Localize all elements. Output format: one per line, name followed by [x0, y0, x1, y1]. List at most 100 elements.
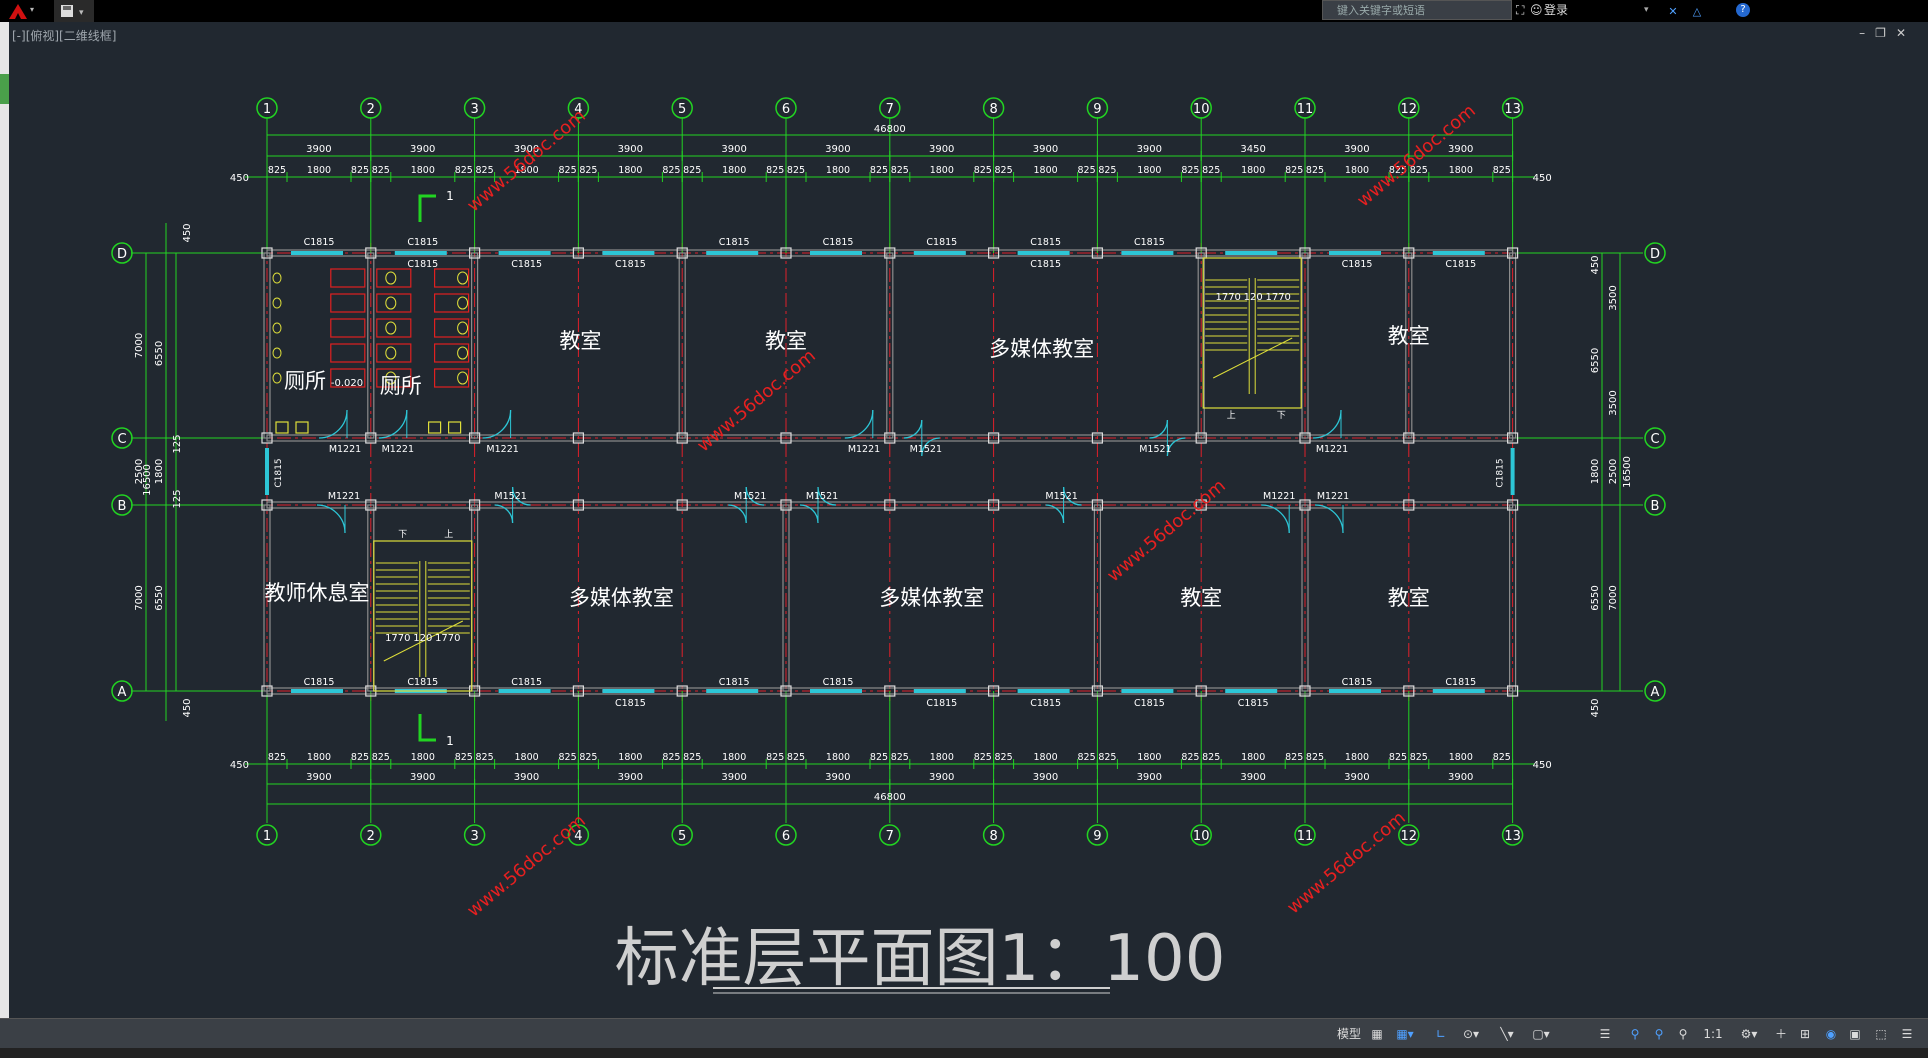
login-button[interactable]: ⛶ ☺ 登录 ▾ [1516, 0, 1660, 20]
hardware-acceleration-icon[interactable]: ▣ [1844, 1024, 1866, 1044]
window-label: C1815 [1134, 237, 1165, 248]
add-icon[interactable]: ＋ [1770, 1024, 1792, 1044]
axis-bubble-label: 9 [1093, 829, 1101, 844]
dimension-text: 3900 [721, 144, 746, 155]
restore-icon[interactable]: ❐ [1875, 26, 1896, 40]
axis-bubble-label: 5 [678, 829, 686, 844]
window-label: C1815 [1134, 698, 1165, 709]
osnap-icon[interactable]: ▢▾ [1526, 1024, 1556, 1044]
dimension-text: 3500 [1608, 390, 1619, 415]
dimension-text: 3900 [825, 144, 850, 155]
help-icon: ? [1736, 3, 1750, 17]
dimension-text: 3450 [1240, 144, 1265, 155]
workspace-gear-icon[interactable]: ⚙▾ [1734, 1024, 1764, 1044]
window [498, 689, 551, 693]
window-label: C1815 [407, 677, 438, 688]
dimension-text: 825 [1078, 752, 1096, 763]
watermark: www.56doc.com [1103, 475, 1230, 586]
window [602, 689, 655, 693]
dimension-text: 1800 [307, 165, 331, 176]
window [810, 251, 862, 255]
drawing-canvas[interactable]: 1 1 2 2 3 3 4 4 5 5 6 6 7 7 8 8 9 9 10 10 11 11 12 12 13 13 A A B B C C… [9, 22, 1928, 1022]
dimension-text: 450 [230, 760, 249, 771]
window-label: C1815 [511, 259, 542, 270]
dimension-text: 1800 [1034, 165, 1058, 176]
dimension-text: 825 [579, 165, 597, 176]
model-tab[interactable]: 模型 [1334, 1024, 1364, 1044]
quick-properties-icon[interactable]: ⊞ [1794, 1024, 1816, 1044]
dimension-text: 825 [1285, 752, 1303, 763]
dimension-text: 825 [662, 752, 680, 763]
clean-screen-icon[interactable]: ⬚ [1870, 1024, 1892, 1044]
dimension-text: 3900 [1448, 772, 1473, 783]
window [265, 448, 269, 495]
dimension-text: 1800 [618, 165, 642, 176]
user-icon: ☺ [1530, 3, 1543, 17]
stair-dimension: 1770 [1265, 292, 1290, 303]
axis-bubble-label: D [117, 247, 127, 262]
dimension-text: 825 [476, 165, 494, 176]
urinal-fixture [272, 322, 282, 334]
door-label: M1521 [1139, 444, 1171, 455]
door-label: M1221 [848, 444, 880, 455]
window [602, 251, 655, 255]
dimension-text: 825 [974, 165, 992, 176]
snap-icon[interactable]: ▦▾ [1390, 1024, 1420, 1044]
axis-bubble-label: 6 [782, 102, 790, 117]
axis-bubble-label: 3 [470, 829, 478, 844]
watermark: www.56doc.com [463, 105, 590, 216]
window-label: C1815 [719, 237, 750, 248]
lineweight-icon[interactable]: ☰ [1594, 1024, 1616, 1044]
axis-bubble-label: 8 [989, 829, 997, 844]
dimension-text: 825 [1202, 752, 1220, 763]
axis-bubble-label: 2 [367, 829, 375, 844]
room-label-rest: 教师休息室 [265, 581, 370, 605]
toilet-fixture [385, 296, 397, 310]
axis-bubble-label: 6 [782, 829, 790, 844]
window-label: C1815 [719, 677, 750, 688]
floor-plan-drawing: 1122334455667788991010111112121313A AB BC C… [111, 97, 1666, 996]
room-label-toilet2: 厕所 [380, 374, 422, 398]
toilet-fixture [385, 321, 397, 335]
app-menu-button[interactable]: ▾ [0, 0, 40, 22]
dimension-text: 3900 [825, 772, 850, 783]
viewport-controls-label[interactable]: [-][俯视][二维线框] [12, 27, 116, 44]
quick-access-toolbar[interactable]: ▾ [54, 0, 94, 22]
window-label: C1815 [274, 458, 284, 487]
isolate-objects-icon[interactable]: ◉ [1820, 1024, 1842, 1044]
window-label: C1815 [615, 698, 646, 709]
status-bar: 模型 ▦ ▦▾ ∟ ⊙▾ ╲▾ ▢▾ ☰ ⚲ ⚲ ⚲ 1:1 ⚙▾ ＋ ⊞ ◉ … [0, 1018, 1928, 1049]
toilet-stall [376, 318, 412, 338]
close-icon[interactable]: ✕ [1896, 26, 1916, 40]
ortho-icon[interactable]: ∟ [1430, 1024, 1452, 1044]
window-label: C1815 [926, 237, 957, 248]
window-label: C1815 [823, 677, 854, 688]
dimension-text: 3900 [618, 144, 643, 155]
dimension-text: 825 [891, 752, 909, 763]
dimension-text: 1800 [411, 752, 435, 763]
auto-scale-icon[interactable]: ⚲ [1648, 1024, 1670, 1044]
a360-icon[interactable]: △ [1686, 0, 1708, 22]
watermark: www.56doc.com [693, 345, 820, 456]
axis-bubble-label: 1 [263, 829, 271, 844]
annotation-visibility-icon[interactable]: ⚲ [1624, 1024, 1646, 1044]
dimension-text: 1800 [1034, 752, 1058, 763]
svg-text:▾: ▾ [30, 5, 34, 14]
exchange-icon[interactable]: ✕ [1662, 0, 1684, 22]
help-button[interactable]: ? [1722, 0, 1764, 20]
isodraft-icon[interactable]: ╲▾ [1492, 1024, 1522, 1044]
customization-menu-icon[interactable]: ☰ [1896, 1024, 1918, 1044]
stair-direction: 下 [1277, 411, 1286, 421]
grid-icon[interactable]: ▦ [1366, 1024, 1388, 1044]
dimension-text: 825 [1078, 165, 1096, 176]
minimize-icon[interactable]: – [1859, 26, 1875, 40]
polar-icon[interactable]: ⊙▾ [1456, 1024, 1486, 1044]
annotation-scale-icon[interactable]: ⚲ [1672, 1024, 1694, 1044]
dimension-text: 825 [870, 165, 888, 176]
search-input[interactable]: 键入关键字或短语 [1322, 0, 1512, 20]
door-swing [844, 409, 874, 439]
annotation-scale-value[interactable]: 1:1 [1696, 1024, 1730, 1044]
document-window-controls[interactable]: –❐✕ [1859, 26, 1916, 40]
room-label-class1: 教室 [559, 329, 601, 353]
dimension-text: 825 [1098, 165, 1116, 176]
